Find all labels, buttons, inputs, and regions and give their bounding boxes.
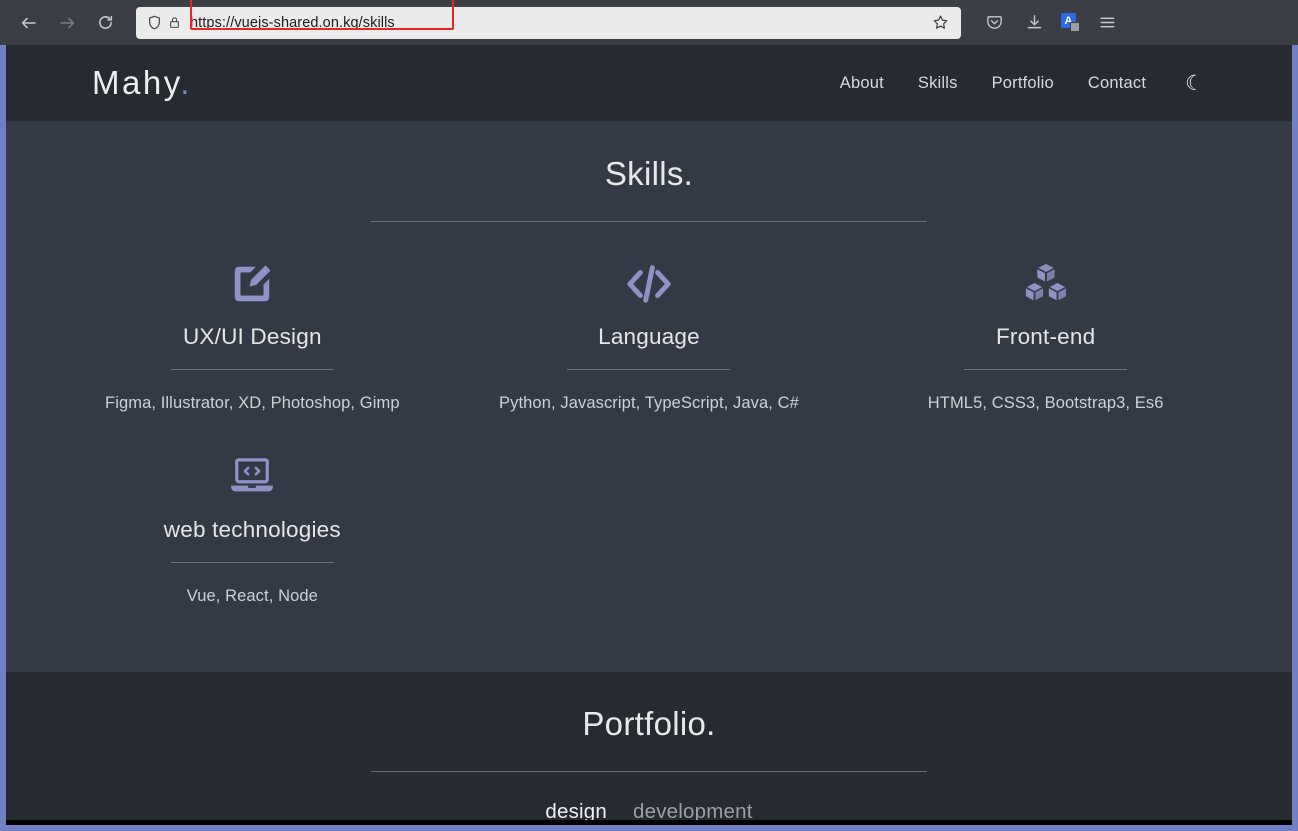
laptop-code-icon — [64, 451, 441, 503]
skills-grid: UX/UI Design Figma, Illustrator, XD, Pho… — [6, 222, 1292, 636]
lock-icon[interactable] — [164, 13, 184, 33]
reload-button[interactable] — [88, 6, 122, 40]
forward-button[interactable] — [50, 6, 84, 40]
skill-card-language: Language Python, Javascript, TypeScript,… — [451, 250, 848, 443]
skill-list: Python, Javascript, TypeScript, Java, C# — [499, 394, 799, 412]
skill-divider — [567, 369, 731, 370]
skill-card-web-technologies: web technologies Vue, React, Node — [54, 443, 451, 636]
skill-list: HTML5, CSS3, Bootstrap3, Es6 — [927, 394, 1164, 412]
skills-section: Skills. UX/UI Design Figma, Illustrator,… — [6, 121, 1292, 672]
skill-name: web technologies — [163, 517, 341, 542]
logo-text: Mahy — [92, 64, 181, 101]
skill-divider — [170, 369, 334, 370]
portfolio-divider — [371, 771, 927, 772]
moon-icon[interactable]: ☾ — [1185, 73, 1204, 94]
skill-name: Language — [598, 324, 700, 349]
site-nav: About Skills Portfolio Contact ☾ — [823, 68, 1204, 99]
skill-card-uxui: UX/UI Design Figma, Illustrator, XD, Pho… — [54, 250, 451, 443]
skill-name: UX/UI Design — [182, 324, 322, 349]
portfolio-section: Portfolio. design development Keep It Gr… — [6, 672, 1292, 820]
back-button[interactable] — [12, 6, 46, 40]
browser-toolbar: https://vuejs-shared.on.kg/skills A — [0, 0, 1298, 45]
portfolio-tabs: design development — [6, 800, 1292, 820]
site-logo[interactable]: Mahy. — [92, 64, 192, 102]
skills-title: Skills. — [604, 155, 694, 192]
site-header: Mahy. About Skills Portfolio Contact ☾ — [6, 45, 1292, 121]
nav-item-skills[interactable]: Skills — [901, 68, 975, 99]
pocket-icon[interactable] — [981, 10, 1007, 36]
nav-item-portfolio[interactable]: Portfolio — [975, 68, 1071, 99]
tab-design[interactable]: design — [545, 800, 607, 820]
logo-dot: . — [180, 64, 192, 101]
tab-development[interactable]: development — [633, 800, 753, 820]
skill-divider — [964, 369, 1128, 370]
url-text[interactable]: https://vuejs-shared.on.kg/skills — [190, 15, 929, 31]
url-bar[interactable]: https://vuejs-shared.on.kg/skills — [136, 0, 961, 39]
hamburger-menu-icon[interactable] — [1094, 10, 1120, 36]
pencil-square-icon — [64, 258, 441, 310]
star-icon[interactable] — [929, 12, 951, 34]
page-focus-ring: Mahy. About Skills Portfolio Contact ☾ S… — [0, 45, 1298, 831]
web-page: Mahy. About Skills Portfolio Contact ☾ S… — [6, 45, 1292, 820]
browser-actions: A — [981, 10, 1120, 36]
skill-card-frontend: Front-end HTML5, CSS3, Bootstrap3, Es6 — [847, 250, 1244, 443]
nav-item-contact[interactable]: Contact — [1071, 68, 1163, 99]
nav-item-about[interactable]: About — [823, 68, 901, 99]
download-icon[interactable] — [1021, 10, 1047, 36]
translate-extension-icon[interactable]: A — [1061, 13, 1080, 32]
translate-badge — [1070, 22, 1080, 32]
skill-list: Vue, React, Node — [186, 587, 318, 605]
portfolio-title: Portfolio. — [582, 705, 716, 742]
code-brackets-icon — [461, 258, 838, 310]
shield-icon[interactable] — [144, 13, 164, 33]
skill-divider — [170, 562, 334, 563]
cubes-icon — [857, 258, 1234, 310]
skill-name: Front-end — [995, 324, 1096, 349]
skill-list: Figma, Illustrator, XD, Photoshop, Gimp — [105, 394, 400, 412]
